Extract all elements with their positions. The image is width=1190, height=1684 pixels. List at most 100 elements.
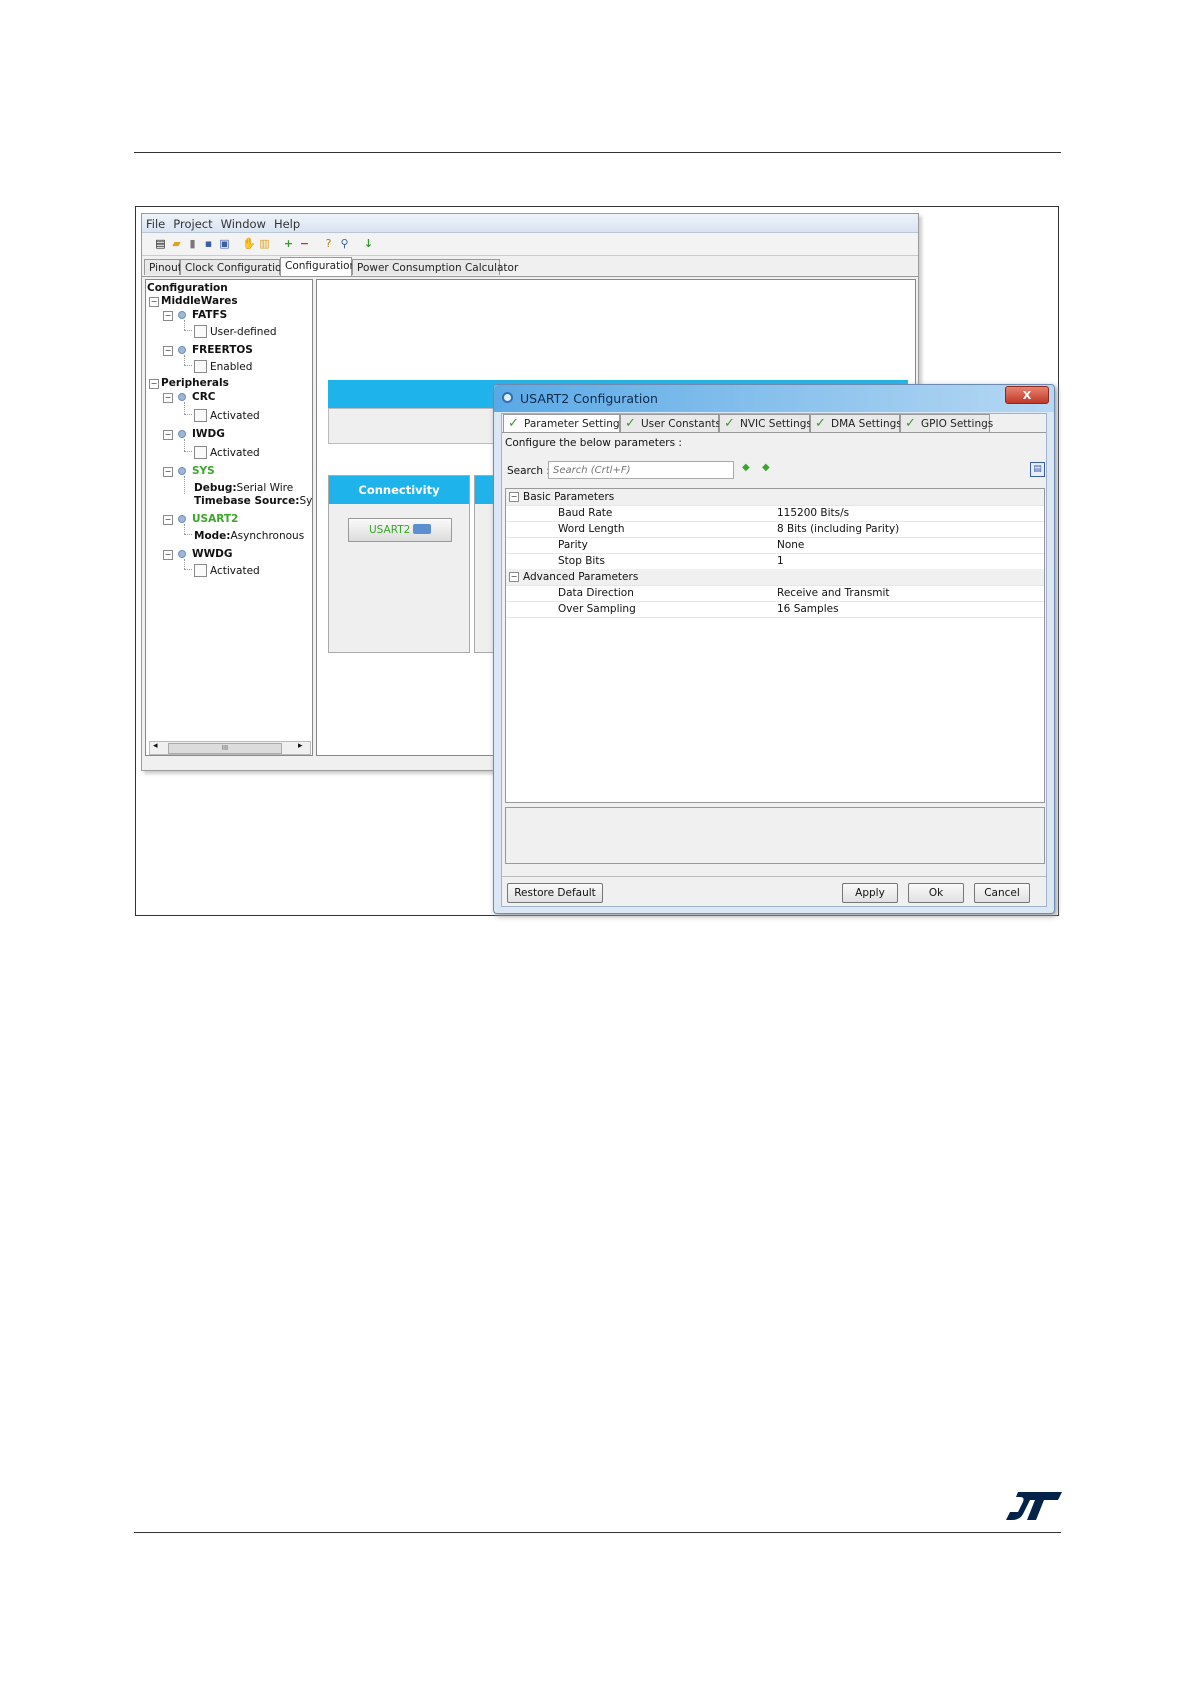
- tab-nvic-settings[interactable]: ✓ NVIC Settings: [719, 414, 812, 432]
- tools-icon[interactable]: ⚲: [338, 238, 351, 250]
- collapse-icon[interactable]: −: [163, 467, 173, 477]
- tree-wwdg[interactable]: WWDG: [192, 548, 233, 560]
- ok-button[interactable]: Ok: [908, 883, 964, 903]
- menu-window[interactable]: Window: [217, 214, 270, 231]
- tree-connector: [184, 476, 185, 494]
- tab-configuration[interactable]: Configuration: [280, 257, 356, 276]
- restore-default-button[interactable]: Restore Default: [507, 883, 603, 903]
- tree-usart2[interactable]: USART2: [192, 513, 238, 525]
- fatfs-user-defined-checkbox[interactable]: [194, 325, 207, 338]
- param-value[interactable]: Receive and Transmit: [777, 585, 890, 601]
- tab-pinout[interactable]: Pinout: [144, 259, 182, 275]
- tree-sys[interactable]: SYS: [192, 465, 215, 477]
- tree-iwdg[interactable]: IWDG: [192, 428, 225, 440]
- tab-label: DMA Settings: [831, 418, 902, 430]
- tree-middlewares[interactable]: MiddleWares: [161, 295, 238, 307]
- configuration-tree: Configuration − MiddleWares − FATFS User…: [145, 279, 313, 756]
- param-value[interactable]: 115200 Bits/s: [777, 505, 849, 521]
- param-row[interactable]: Stop Bits 1: [506, 553, 1044, 570]
- tab-label: NVIC Settings: [740, 418, 812, 430]
- show-description-icon[interactable]: ▤: [1030, 462, 1045, 477]
- tab-user-constants[interactable]: ✓ User Constants: [620, 414, 721, 432]
- param-value[interactable]: 1: [777, 553, 784, 569]
- open-folder-icon[interactable]: ▰: [170, 238, 183, 250]
- node-icon: [178, 393, 186, 401]
- crc-activated-checkbox[interactable]: [194, 409, 207, 422]
- dialog-title-bar[interactable]: USART2 Configuration X: [494, 385, 1054, 412]
- collapse-icon[interactable]: −: [509, 492, 519, 502]
- tree-freertos[interactable]: FREERTOS: [192, 344, 253, 356]
- collapse-icon[interactable]: −: [163, 393, 173, 403]
- tree-peripherals[interactable]: Peripherals: [161, 377, 229, 389]
- document-icon[interactable]: ▮: [186, 238, 199, 250]
- report-icon[interactable]: ▥: [258, 238, 271, 250]
- tab-power-consumption-calculator[interactable]: Power Consumption Calculator: [352, 259, 518, 275]
- scroll-thumb[interactable]: III: [168, 743, 282, 754]
- new-project-icon[interactable]: ▤: [154, 238, 167, 250]
- search-label: Search :: [507, 465, 550, 477]
- generate-icon[interactable]: ✋: [242, 238, 256, 250]
- zoom-in-icon[interactable]: +: [282, 238, 295, 250]
- collapse-icon[interactable]: −: [163, 515, 173, 525]
- tab-label: Parameter Settings: [524, 418, 626, 430]
- menu-file[interactable]: File: [142, 214, 169, 231]
- group-label: Basic Parameters: [523, 491, 615, 503]
- param-value[interactable]: None: [777, 537, 804, 553]
- tree-freertos-enabled: Enabled: [210, 361, 253, 373]
- search-next-icon[interactable]: ◆: [742, 462, 750, 473]
- usart2-configuration-dialog: USART2 Configuration X ✓ Parameter Settin…: [493, 384, 1055, 914]
- tree-horizontal-scrollbar[interactable]: ◂ III ▸: [149, 741, 311, 755]
- node-icon: [178, 430, 186, 438]
- tree-connector: [184, 559, 185, 569]
- tree-iwdg-activated: Activated: [210, 447, 260, 459]
- tree-fatfs[interactable]: FATFS: [192, 309, 227, 321]
- param-row[interactable]: Parity None: [506, 537, 1044, 554]
- collapse-icon[interactable]: −: [163, 430, 173, 440]
- param-row[interactable]: Over Sampling 16 Samples: [506, 601, 1044, 618]
- usart2-config-button[interactable]: USART2: [348, 518, 452, 542]
- tab-dma-settings[interactable]: ✓ DMA Settings: [810, 414, 902, 432]
- main-tabs: Pinout Clock Configuration Configuration…: [142, 257, 918, 277]
- apply-button[interactable]: Apply: [842, 883, 898, 903]
- param-value[interactable]: 8 Bits (including Parity): [777, 521, 899, 537]
- collapse-icon[interactable]: −: [509, 572, 519, 582]
- basic-parameters-group[interactable]: − Basic Parameters: [506, 489, 1044, 506]
- param-row[interactable]: Baud Rate 115200 Bits/s: [506, 505, 1044, 522]
- tree-crc[interactable]: CRC: [192, 391, 216, 403]
- search-previous-icon[interactable]: ◆: [762, 462, 770, 473]
- collapse-icon[interactable]: −: [163, 346, 173, 356]
- wwdg-activated-checkbox[interactable]: [194, 564, 207, 577]
- dialog-close-button[interactable]: X: [1005, 386, 1049, 404]
- advanced-parameters-group[interactable]: − Advanced Parameters: [506, 569, 1044, 586]
- download-icon[interactable]: ↓: [362, 238, 375, 250]
- parameters-grid: − Basic Parameters Baud Rate 115200 Bits/…: [505, 488, 1045, 803]
- save-as-icon[interactable]: ▣: [218, 238, 231, 250]
- menu-help[interactable]: Help: [270, 214, 304, 231]
- usart2-button-label: USART2: [369, 524, 411, 536]
- collapse-icon[interactable]: −: [149, 297, 159, 307]
- st-logo: [1006, 1492, 1062, 1520]
- help-icon[interactable]: ?: [322, 238, 335, 250]
- iwdg-activated-checkbox[interactable]: [194, 446, 207, 459]
- tab-parameter-settings[interactable]: ✓ Parameter Settings: [503, 414, 625, 432]
- tab-gpio-settings[interactable]: ✓ GPIO Settings: [900, 414, 993, 432]
- collapse-icon[interactable]: −: [163, 550, 173, 560]
- node-icon: [178, 515, 186, 523]
- collapse-icon[interactable]: −: [163, 311, 173, 321]
- tree-sys-debug: Debug:Serial Wire: [194, 482, 294, 494]
- param-row[interactable]: Data Direction Receive and Transmit: [506, 585, 1044, 602]
- collapse-icon[interactable]: −: [149, 379, 159, 389]
- save-icon[interactable]: ▪: [202, 238, 215, 250]
- check-icon: ✓: [724, 416, 735, 431]
- param-value[interactable]: 16 Samples: [777, 601, 839, 617]
- zoom-out-icon[interactable]: −: [298, 238, 311, 250]
- param-row[interactable]: Word Length 8 Bits (including Parity): [506, 521, 1044, 538]
- scroll-left-arrow-icon[interactable]: ◂: [153, 741, 158, 751]
- menu-project[interactable]: Project: [169, 214, 216, 231]
- search-input[interactable]: [548, 461, 734, 479]
- tab-clock-configuration[interactable]: Clock Configuration: [180, 259, 288, 275]
- freertos-enabled-checkbox[interactable]: [194, 360, 207, 373]
- tab-label: User Constants: [641, 418, 721, 430]
- cancel-button[interactable]: Cancel: [974, 883, 1030, 903]
- scroll-right-arrow-icon[interactable]: ▸: [298, 741, 303, 751]
